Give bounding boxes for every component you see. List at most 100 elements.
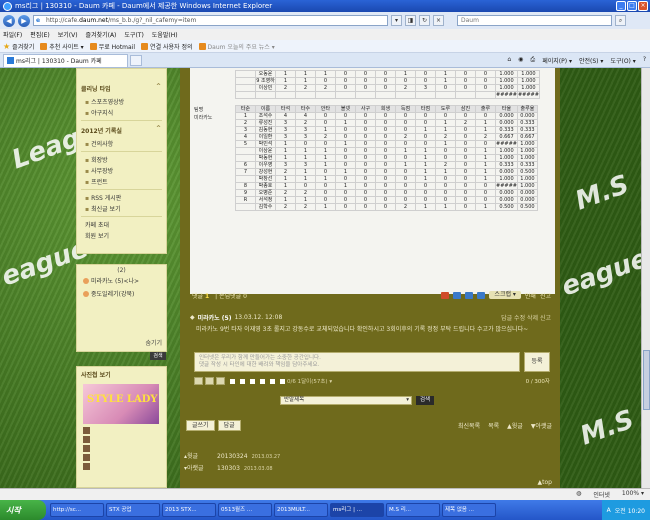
scrap-button[interactable]: 스크랩 ▾ <box>489 291 521 299</box>
photo-thumbnail[interactable]: STYLE LADY <box>83 384 159 424</box>
print-link[interactable]: 인쇄 <box>525 291 536 300</box>
write-button[interactable]: 글쓰기 <box>186 419 215 431</box>
sticker-icon[interactable] <box>216 377 225 385</box>
dropdown-icon[interactable]: ▾ <box>391 15 402 26</box>
taskbar-item[interactable]: M.S 리... <box>386 503 440 517</box>
option-checkbox[interactable] <box>250 378 255 384</box>
emoticon-icon[interactable] <box>205 377 214 385</box>
fav-item-hotmail[interactable]: 무료 Hotmail <box>89 42 135 51</box>
next-post-row[interactable]: ▾아랫글 130303 2013.03.08 <box>184 463 280 475</box>
section-2012-records[interactable]: 2012년 기록실 <box>77 123 166 138</box>
menu-favorites[interactable]: 즐겨찾기(A) <box>86 30 117 39</box>
fav-item-recommended[interactable]: 추천 사이트 ▾ <box>40 42 84 51</box>
facebook-icon[interactable] <box>465 291 474 299</box>
zoom-control[interactable]: 100% ▾ <box>622 490 644 499</box>
comment-submit-button[interactable]: 등록 <box>524 352 550 372</box>
window-title-bar[interactable]: ms리그 | 130310 - Daum 카페 - Daum에서 제공한 Win… <box>0 0 650 12</box>
start-button[interactable]: 시작 <box>0 500 46 520</box>
menu-front[interactable]: 프런트 <box>77 176 166 187</box>
photo-list-item[interactable] <box>77 426 166 435</box>
menu-sports-video[interactable]: 스포츠영상방 <box>77 96 166 107</box>
vertical-scrollbar[interactable] <box>641 68 650 488</box>
comment-label[interactable]: 댓글 1 <box>192 291 209 300</box>
taskbar-item[interactable]: 제목 없음 ... <box>442 503 496 517</box>
menu-baseball-knowledge[interactable]: 야구지식 <box>77 107 166 118</box>
fav-item-custom[interactable]: 연결 사용자 정의 <box>141 42 193 51</box>
print-icon[interactable]: ⎙ <box>530 56 535 65</box>
minimize-button[interactable]: _ <box>616 1 626 11</box>
next-post-link[interactable]: ▼아랫글 <box>531 421 552 430</box>
taskbar-item[interactable]: 2013MULT... <box>274 503 328 517</box>
taskbar-item[interactable]: 0513월즈 ... <box>218 503 272 517</box>
fav-item-daum-news[interactable]: Daum 오늘의 주요 뉴스 ▾ <box>198 42 275 51</box>
report-link[interactable]: 신고 <box>540 291 551 300</box>
menu-office[interactable]: 사무장방 <box>77 165 166 176</box>
scrollbar-thumb[interactable] <box>643 350 650 410</box>
reply-button[interactable]: 답글 <box>217 419 241 431</box>
photo-list-item[interactable] <box>77 435 166 444</box>
menu-help[interactable]: 도움말(H) <box>152 30 178 39</box>
photo-list-item[interactable] <box>77 453 166 462</box>
tab-ms-league[interactable]: ms리그 | 130310 - Daum 카페 <box>3 53 128 67</box>
hide-link[interactable]: 숨기기 <box>145 338 162 347</box>
address-field[interactable]: http://cafe.daum.net/ms_b.b./g?_nil_cafe… <box>33 15 388 26</box>
next-title[interactable]: 130303 <box>217 465 240 472</box>
photo-list-item[interactable] <box>77 462 166 471</box>
search-icon[interactable]: ⌕ <box>615 15 626 26</box>
option-checkbox[interactable] <box>260 378 265 384</box>
twitter-icon[interactable] <box>477 291 486 299</box>
taskbar-item[interactable]: ms리그 | ... <box>330 503 384 517</box>
menu-president[interactable]: 회장방 <box>77 154 166 165</box>
help-icon[interactable]: ? <box>643 56 646 65</box>
prev-title[interactable]: 20130324 <box>217 453 248 460</box>
section-cleaning-time[interactable]: 클리닝 타임 <box>77 81 166 96</box>
sidebar-search-button[interactable]: 검색 <box>150 352 166 360</box>
online-user[interactable]: 미라카노 (5)<나> <box>77 274 166 287</box>
rss-icon[interactable]: ◉ <box>518 56 523 65</box>
board-search-button[interactable]: 검색 <box>416 396 435 405</box>
stop-icon[interactable]: × <box>433 15 444 26</box>
photo-list-item[interactable] <box>77 444 166 453</box>
taskbar-item[interactable]: STX 공업 <box>106 503 160 517</box>
menu-suggestions[interactable]: 건의사항 <box>77 138 166 149</box>
menu-rss-board[interactable]: RSS 게시판 <box>77 192 166 203</box>
command-page[interactable]: 페이지(P) ▾ <box>542 56 572 65</box>
comment-actions[interactable]: 답글 수정 삭제 신고 <box>501 313 551 322</box>
menu-file[interactable]: 파일(F) <box>3 30 22 39</box>
new-tab-button[interactable] <box>130 54 142 66</box>
prev-post-link[interactable]: ▲윗글 <box>507 421 523 430</box>
comment-author[interactable]: 미라카노 (5) <box>198 313 232 322</box>
close-button[interactable]: × <box>638 1 648 11</box>
taskbar-item[interactable]: http://sc... <box>50 503 104 517</box>
option-checkbox[interactable] <box>230 378 235 384</box>
command-safety[interactable]: 안전(S) ▾ <box>579 56 603 65</box>
prev-post-row[interactable]: ▴윗글 20130324 2013.03.27 <box>184 451 280 463</box>
like-icon[interactable] <box>441 291 450 299</box>
forward-arrow-icon[interactable]: ▶ <box>18 14 30 27</box>
recent-list-link[interactable]: 최신목록 <box>458 421 480 430</box>
back-arrow-icon[interactable]: ◀ <box>3 14 15 27</box>
language-icon[interactable]: A <box>607 507 611 514</box>
menu-view[interactable]: 보기(V) <box>58 30 78 39</box>
members-link[interactable]: 회원 보기 <box>77 230 166 241</box>
invite-link[interactable]: 카페 초대 <box>77 219 166 230</box>
compat-icon[interactable]: ◨ <box>405 15 416 26</box>
clock[interactable]: 오전 10:20 <box>615 506 645 515</box>
search-input[interactable]: Daum <box>457 15 612 26</box>
favorites-button[interactable]: ★ 즐겨찾기 <box>3 42 34 51</box>
taskbar-item[interactable]: 2013 STX... <box>162 503 216 517</box>
option-checkbox[interactable] <box>270 378 275 384</box>
image-icon[interactable] <box>194 377 203 385</box>
search-type-select[interactable]: 반말제목 <box>280 396 412 405</box>
list-link[interactable]: 목록 <box>488 421 499 430</box>
comment-input[interactable]: 인터넷은 우리가 함께 만들어가는 소중한 공간입니다. 댓글 작성 시 타인에… <box>194 352 520 372</box>
command-tools[interactable]: 도구(O) ▾ <box>610 56 635 65</box>
menu-recent-posts[interactable]: 최신글 보기 <box>77 203 166 214</box>
option-checkbox[interactable] <box>240 378 245 384</box>
maximize-button[interactable]: □ <box>627 1 637 11</box>
menu-tools[interactable]: 도구(T) <box>124 30 143 39</box>
top-link[interactable]: ▲top <box>538 479 552 486</box>
home-icon[interactable]: ⌂ <box>507 56 511 65</box>
online-user[interactable]: 중도일레기(강북) <box>77 287 166 300</box>
menu-edit[interactable]: 편집(E) <box>30 30 50 39</box>
